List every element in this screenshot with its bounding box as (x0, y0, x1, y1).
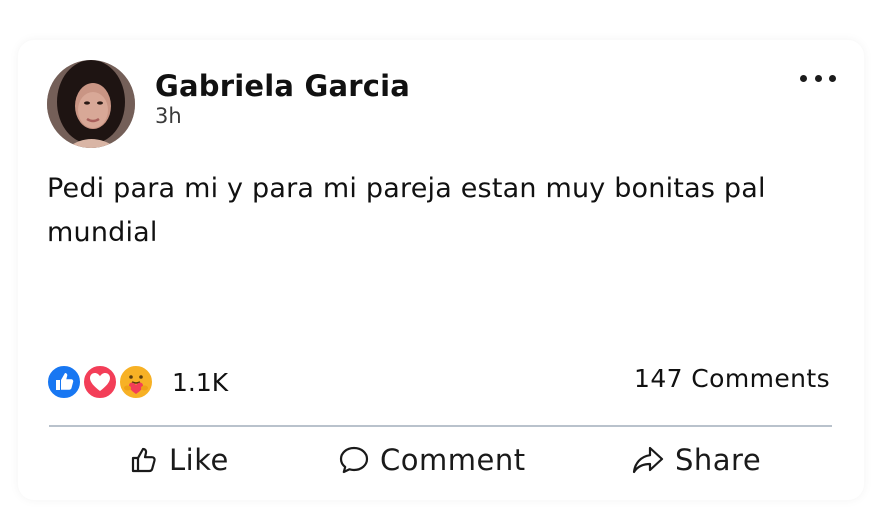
reaction-icons (46, 364, 158, 400)
dot-icon (829, 74, 836, 82)
reaction-count: 1.1K (172, 367, 229, 397)
dot-icon (814, 74, 822, 82)
post-text: Pedi para mi y para mi pareja estan muy … (47, 173, 766, 248)
like-button[interactable]: Like (129, 432, 229, 488)
comment-label: Comment (380, 443, 526, 477)
comment-bubble-icon (339, 446, 369, 474)
like-label: Like (169, 443, 229, 477)
dot-icon (800, 74, 807, 82)
care-icon (118, 364, 154, 400)
post-actions-bar: Like Comment Share (49, 432, 832, 488)
avatar[interactable] (47, 60, 135, 148)
more-options-button[interactable] (800, 66, 836, 90)
author-name[interactable]: Gabriela Garcia (155, 69, 410, 103)
love-icon (82, 364, 118, 400)
comment-button[interactable]: Comment (338, 432, 526, 488)
thumbs-up-icon (131, 447, 156, 473)
share-label: Share (675, 443, 762, 477)
like-icon (46, 364, 82, 400)
post-timestamp[interactable]: 3h (155, 104, 182, 128)
comments-count-link[interactable]: 147 Comments (634, 364, 830, 393)
divider (49, 425, 832, 427)
post-card: Gabriela Garcia 3h Pedi para mi y para m… (18, 40, 864, 500)
share-button[interactable]: Share (631, 432, 761, 488)
reactions-summary[interactable]: 1.1K (46, 364, 228, 400)
share-arrow-icon (632, 446, 664, 474)
